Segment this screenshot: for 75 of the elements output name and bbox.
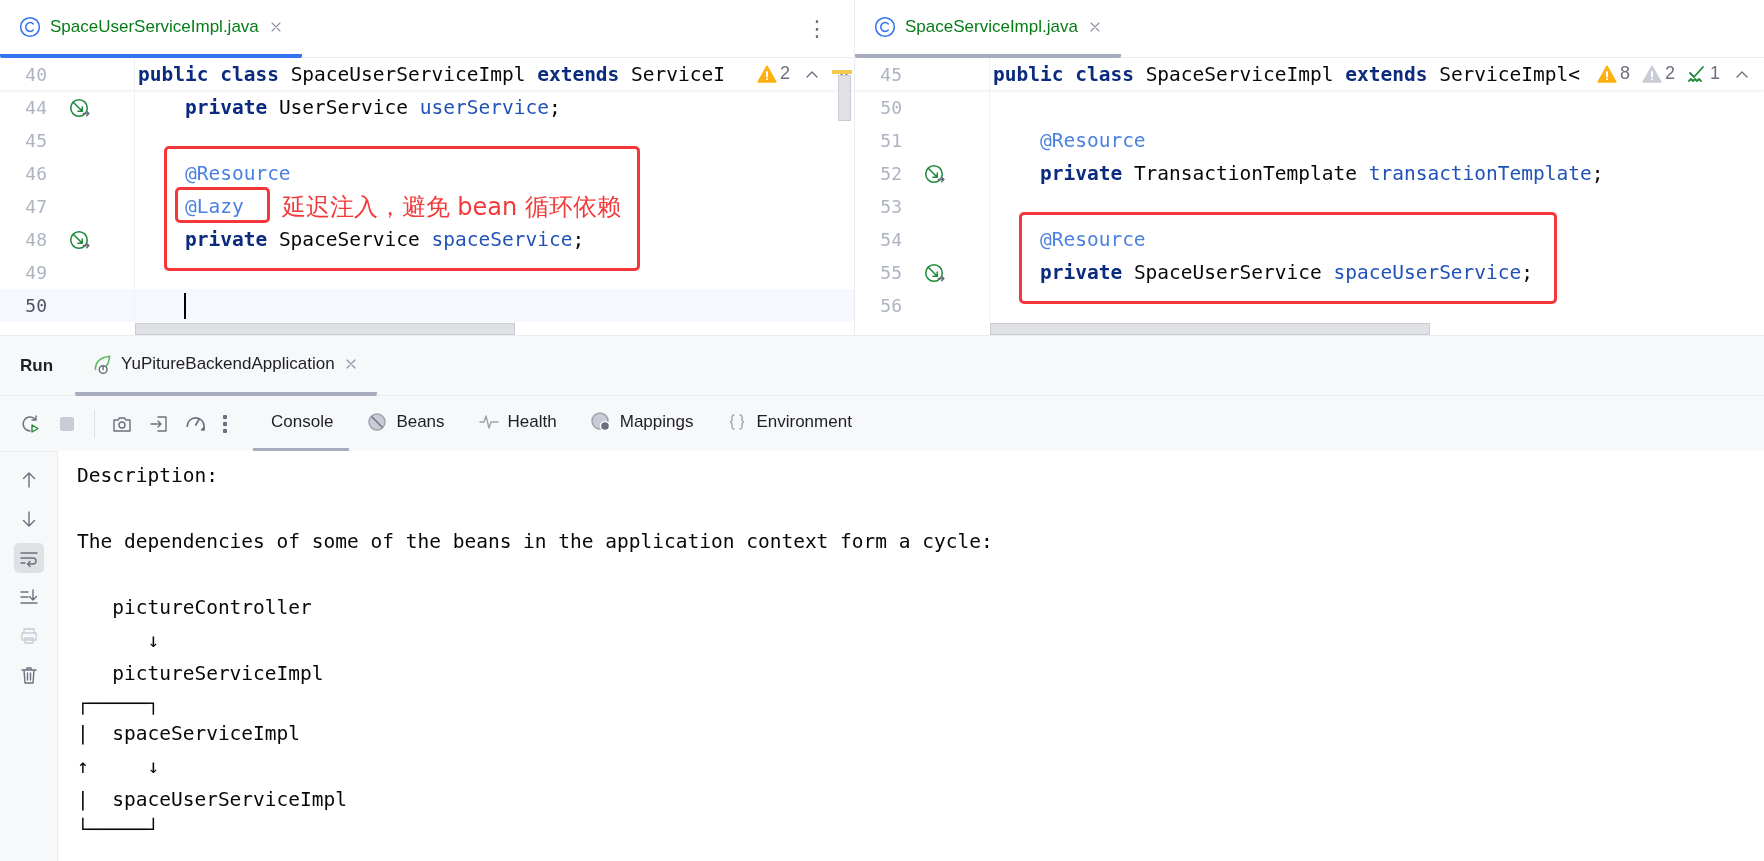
- warning-icon: [757, 63, 777, 84]
- line-number: 56: [879, 295, 902, 316]
- printer-icon: [18, 626, 39, 646]
- pulse-icon: [478, 412, 499, 432]
- code-line: public class SpaceUserServiceImpl extends ServiceI: [138, 62, 725, 86]
- check-icon: [1687, 63, 1707, 84]
- view-tab[interactable]: Beans: [349, 396, 461, 451]
- console-line: | spaceUserServiceImpl: [77, 787, 348, 813]
- console-line: └─────┘: [77, 816, 160, 843]
- view-tab[interactable]: Mappings: [572, 396, 710, 451]
- code-line: private UserService userService;: [184, 96, 561, 119]
- line-number: 53: [879, 196, 902, 217]
- code-line: @Resource: [1039, 228, 1146, 251]
- gauge-icon: [186, 416, 206, 431]
- console-line: ↓: [146, 628, 160, 654]
- annotation-note: 延迟注入，避免 bean 循环依赖: [281, 191, 621, 223]
- console-line: ↑ ↓: [77, 754, 160, 780]
- code-line: @Resource: [1039, 129, 1146, 152]
- view-tab[interactable]: Health: [460, 396, 573, 451]
- line-number: 50: [24, 295, 47, 316]
- rerun-icon: [20, 413, 40, 434]
- more-button[interactable]: ⋮: [800, 0, 834, 57]
- soft-wrap-button[interactable]: [13, 543, 44, 573]
- problem-count: 2: [1664, 63, 1675, 84]
- enter-button[interactable]: [149, 413, 169, 434]
- line-number: 54: [879, 229, 902, 250]
- trash-icon: [18, 665, 39, 685]
- console-line: ┌─────┐: [77, 691, 160, 717]
- code-line: private TransactionTemplate transactionTemplate;: [1039, 162, 1604, 185]
- line-number: 46: [24, 163, 47, 184]
- rerun-button[interactable]: [20, 413, 40, 434]
- line-number: 45: [879, 63, 902, 85]
- text-caret: [183, 292, 186, 319]
- problem-count: 8: [1619, 63, 1630, 84]
- view-tab[interactable]: Environment: [709, 396, 868, 451]
- line-number: 50: [879, 97, 902, 118]
- class-icon: [19, 16, 41, 38]
- no-entry-icon: [367, 412, 388, 432]
- editor-tab[interactable]: SpaceServiceImpl.java: [855, 0, 1121, 58]
- scroll-to-end-icon: [18, 587, 39, 607]
- scrollbar[interactable]: [135, 323, 515, 335]
- more-button[interactable]: [223, 414, 227, 433]
- line-number: 47: [24, 196, 47, 217]
- line-number: 48: [24, 229, 47, 250]
- code-line: @Resource: [184, 162, 291, 185]
- panel-title: Run: [19, 355, 55, 376]
- line-number: 40: [24, 63, 47, 85]
- gauge-button[interactable]: [186, 416, 206, 431]
- code-line: @Lazy: [184, 195, 244, 218]
- warning-icon: [1641, 63, 1662, 84]
- line-number: 55: [879, 262, 902, 283]
- scrollbar[interactable]: [990, 323, 1430, 335]
- code-line: private SpaceUserService spaceUserService;: [1039, 261, 1534, 284]
- enter-icon: [149, 413, 169, 434]
- run-tab[interactable]: YuPitureBackendApplication: [75, 336, 377, 396]
- console-line: pictureController: [111, 595, 312, 621]
- line-number: 44: [24, 97, 47, 118]
- line-number: 49: [24, 262, 47, 283]
- console-line: Description:: [77, 463, 218, 489]
- code-line: public class SpaceServiceImpl extends ServiceImpl<: [993, 62, 1581, 86]
- class-icon: [874, 16, 896, 38]
- problem-count: 1: [1710, 63, 1720, 84]
- code-line: private SpaceService spaceService;: [184, 228, 585, 251]
- line-number: 45: [24, 130, 47, 151]
- warning-marker: [832, 70, 852, 74]
- console-line: pictureServiceImpl: [111, 661, 324, 687]
- line-number: 51: [879, 130, 902, 151]
- console-line: The dependencies of some of the beans in the application context form a cycle:: [77, 529, 993, 555]
- line-number: 52: [879, 163, 902, 184]
- scrollbar[interactable]: [838, 75, 851, 121]
- console-line: | spaceServiceImpl: [77, 721, 301, 747]
- more-icon: [223, 414, 227, 433]
- warning-icon: [1596, 63, 1617, 84]
- editor-tab[interactable]: SpaceUserServiceImpl.java: [0, 0, 302, 58]
- problem-count: 2: [780, 63, 790, 84]
